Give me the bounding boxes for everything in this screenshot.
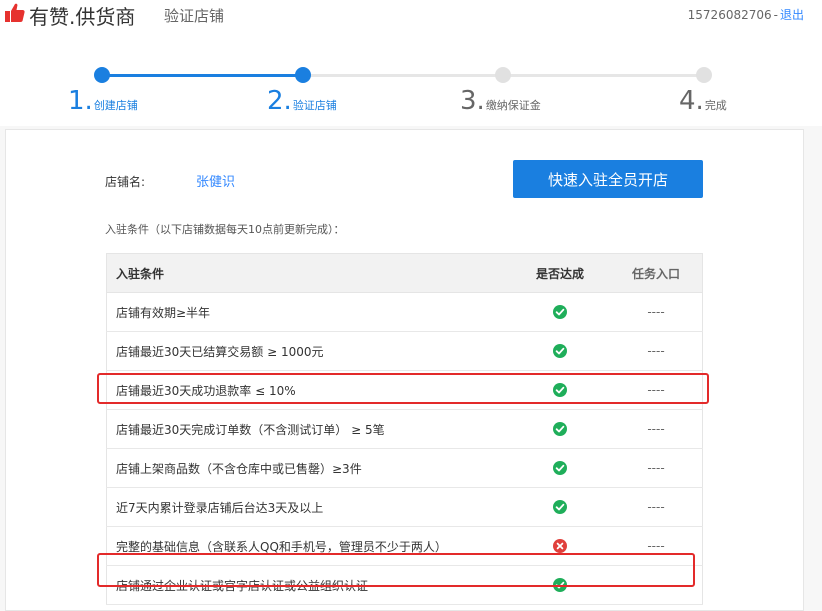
check-circle-icon	[553, 383, 567, 398]
condition-task-link[interactable]: ----	[610, 487, 703, 527]
condition-row: 店铺有效期≥半年 ----	[106, 292, 703, 332]
condition-met	[510, 331, 610, 371]
condition-name: 店铺最近30天成功退款率 ≤ 10%	[106, 370, 510, 410]
top-header: 有赞.供货商 验证店铺 15726082706- 退出	[0, 0, 822, 47]
step-3-label: 3.缴纳保证金	[460, 86, 541, 116]
user-bar: 15726082706- 退出	[688, 6, 804, 23]
condition-row: 店铺上架商品数（不含仓库中或已售罄）≥3件 ----	[106, 448, 703, 488]
condition-name: 店铺最近30天完成订单数（不含测试订单） ≥ 5笔	[106, 409, 510, 449]
condition-row: 店铺最近30天成功退款率 ≤ 10% ----	[106, 370, 703, 410]
header-condition: 入驻条件	[106, 253, 510, 293]
shop-name-label: 店铺名:	[105, 175, 146, 189]
conditions-table: 入驻条件 是否达成 任务入口 店铺有效期≥半年 ---- 店铺最近30天已结算交易额…	[106, 253, 703, 605]
step-1-text: 创建店铺	[93, 99, 138, 112]
header-task: 任务入口	[610, 253, 703, 293]
step-1-number: 1.	[68, 86, 93, 116]
condition-met	[510, 448, 610, 488]
condition-task-link[interactable]: ----	[610, 526, 703, 566]
condition-row: 店铺最近30天已结算交易额 ≥ 1000元 ----	[106, 331, 703, 371]
shop-name-value[interactable]: 张健识	[196, 171, 235, 190]
check-circle-icon	[553, 344, 567, 359]
stepper-track-done	[102, 74, 302, 77]
quick-open-store-button[interactable]: 快速入驻全员开店	[513, 160, 703, 198]
step-3-number: 3.	[460, 86, 485, 116]
condition-name: 店铺上架商品数（不含仓库中或已售罄）≥3件	[106, 448, 510, 488]
condition-task-link[interactable]: ----	[610, 409, 703, 449]
brand-name[interactable]: 有赞.供货商	[29, 1, 135, 30]
step-4-text: 完成	[704, 99, 727, 112]
condition-task-link[interactable]: ----	[610, 292, 703, 332]
step-2-dot	[295, 67, 311, 83]
check-circle-icon	[553, 461, 567, 476]
verify-panel: 店铺名: 张健识 快速入驻全员开店 入驻条件（以下店铺数据每天10点前更新完成）…	[5, 129, 804, 611]
step-2-text: 验证店铺	[292, 99, 337, 112]
conditions-header-row: 入驻条件 是否达成 任务入口	[106, 253, 703, 293]
step-2-number: 2.	[267, 86, 292, 116]
step-1-dot	[94, 67, 110, 83]
condition-met	[510, 526, 610, 566]
condition-name: 完整的基础信息（含联系人QQ和手机号，管理员不少于两人）	[106, 526, 510, 566]
condition-met	[510, 370, 610, 410]
cross-circle-icon	[553, 539, 567, 554]
check-circle-icon	[553, 500, 567, 515]
conditions-body: 店铺有效期≥半年 ---- 店铺最近30天已结算交易额 ≥ 1000元 ---- 店铺最…	[106, 292, 703, 605]
condition-met	[510, 487, 610, 527]
condition-row: 店铺最近30天完成订单数（不含测试订单） ≥ 5笔 ----	[106, 409, 703, 449]
condition-task-link[interactable]: ----	[610, 370, 703, 410]
user-phone: 15726082706	[687, 8, 772, 22]
check-circle-icon	[553, 578, 567, 593]
step-4-dot	[696, 67, 712, 83]
step-1-label: 1.创建店铺	[68, 86, 138, 116]
header-met: 是否达成	[510, 253, 610, 293]
step-4-number: 4.	[679, 86, 704, 116]
conditions-note: 入驻条件（以下店铺数据每天10点前更新完成）：	[105, 223, 345, 236]
thumbs-up-logo-icon	[5, 3, 25, 23]
condition-task-link[interactable]: ----	[610, 331, 703, 371]
page-subtitle: 验证店铺	[164, 7, 225, 25]
condition-row: 完整的基础信息（含联系人QQ和手机号，管理员不少于两人） ----	[106, 526, 703, 566]
logout-link[interactable]: 退出	[780, 8, 804, 22]
condition-name: 近7天内累计登录店铺后台达3天及以上	[106, 487, 510, 527]
check-circle-icon	[553, 305, 567, 320]
check-circle-icon	[553, 422, 567, 437]
condition-task-link[interactable]: ----	[610, 448, 703, 488]
step-3-text: 缴纳保证金	[485, 99, 541, 112]
user-bar-separator: -	[773, 8, 778, 22]
condition-name: 店铺最近30天已结算交易额 ≥ 1000元	[106, 331, 510, 371]
condition-met	[510, 292, 610, 332]
progress-stepper: 1.创建店铺 2.验证店铺 3.缴纳保证金 4.完成	[0, 46, 822, 126]
step-4-label: 4.完成	[679, 86, 727, 116]
step-2-label: 2.验证店铺	[267, 86, 337, 116]
condition-name: 店铺有效期≥半年	[106, 292, 510, 332]
condition-row: 近7天内累计登录店铺后台达3天及以上 ----	[106, 487, 703, 527]
condition-met	[510, 409, 610, 449]
step-3-dot	[495, 67, 511, 83]
